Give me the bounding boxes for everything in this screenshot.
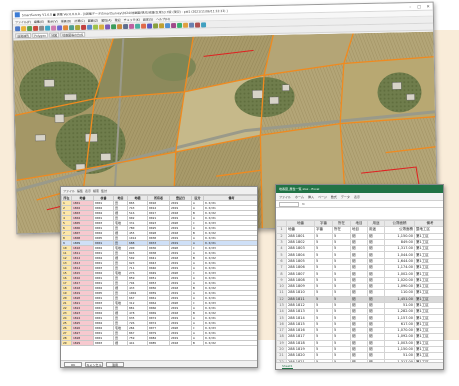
toolbar-tool-icon[interactable] xyxy=(164,22,171,28)
menu-item[interactable]: チェック(K) xyxy=(124,17,140,21)
toolbar-tool-icon[interactable] xyxy=(128,23,135,29)
geometry-select[interactable]: Polygon xyxy=(32,32,49,38)
sheet-tab[interactable]: Sheet1 xyxy=(282,364,293,369)
toolbar-tool-icon[interactable] xyxy=(39,25,45,31)
menu-item[interactable]: 表示(V) xyxy=(47,19,57,23)
toolbar-tool-icon[interactable] xyxy=(15,25,21,31)
excel-ribbon-spacer xyxy=(276,208,443,220)
close-icon[interactable]: ✕ xyxy=(424,3,433,10)
toolbar-tool-icon[interactable] xyxy=(117,23,123,29)
window-controls: – □ ✕ xyxy=(406,3,433,11)
excel-window-title: 地番図_属性一覧.xlsx - Excel xyxy=(279,187,320,191)
toolbar-tool-icon[interactable] xyxy=(93,24,99,30)
table-row[interactable]: 29 1829 0003 畑 441 0085 2018 B 0.0/02 xyxy=(61,340,257,346)
toolbar-tool-icon[interactable] xyxy=(51,25,57,31)
ribbon-tab[interactable]: ホーム xyxy=(295,195,304,199)
menu-item[interactable]: 描画(D) xyxy=(61,19,72,23)
table-cell: 0.0/02 xyxy=(203,340,257,346)
ribbon-tab[interactable]: 表示 xyxy=(354,195,360,199)
toolbar-tool-icon[interactable] xyxy=(140,23,147,29)
dialog-button[interactable]: キャンセル xyxy=(85,361,103,367)
attribute-table-window[interactable]: ファイル 編集 表示 検索 集計 所在 地番 枝番 地目 地積 所有者 登記日 区分 備考 1 1801 0… xyxy=(60,186,258,368)
table-cell: 0085 xyxy=(147,340,170,346)
excel-sheet-tabs: Sheet1 xyxy=(276,362,443,369)
menu-item[interactable]: 登記 xyxy=(115,18,121,22)
toolbar-tool-icon[interactable] xyxy=(81,24,87,30)
menu-item[interactable]: 図面(Z) xyxy=(88,18,98,22)
excel-titlebar[interactable]: 地番図_属性一覧.xlsx - Excel xyxy=(276,185,443,193)
excel-ribbon: ファイル ホーム 挿入 ページ 数式 データ 表示 xyxy=(276,193,443,201)
toolbar-tool-icon[interactable] xyxy=(170,22,177,28)
name-box[interactable] xyxy=(279,201,299,207)
toolbar-tool-icon[interactable] xyxy=(21,25,27,31)
table-cell: 29 xyxy=(61,340,72,346)
map-select[interactable]: 地図 xyxy=(48,31,60,38)
app-icon xyxy=(14,12,20,18)
attribute-table-buttons: OK キャンセル 適用 xyxy=(61,360,257,367)
attr-menu-item[interactable]: 編集 xyxy=(77,189,83,193)
table-cell: B xyxy=(191,340,204,346)
ribbon-tab[interactable]: 挿入 xyxy=(308,195,314,199)
toolbar-tool-icon[interactable] xyxy=(194,22,201,28)
attr-menu-item[interactable]: 集計 xyxy=(101,189,107,193)
attr-menu-item[interactable]: 表示 xyxy=(85,189,91,193)
toolbar-tool-icon[interactable] xyxy=(146,23,153,29)
attribute-table-toolbar: ファイル 編集 表示 検索 集計 xyxy=(61,187,257,195)
toolbar-tool-icon[interactable] xyxy=(75,24,81,30)
toolbar-tool-icon[interactable] xyxy=(63,24,69,30)
layer-select[interactable]: 道路線形 xyxy=(15,32,32,38)
ribbon-tab[interactable]: ファイル xyxy=(279,195,291,199)
toolbar-tool-icon[interactable] xyxy=(27,25,33,31)
ribbon-tab[interactable]: 数式 xyxy=(331,195,337,199)
toolbar-tool-icon[interactable] xyxy=(69,24,75,30)
toolbar-tool-icon[interactable] xyxy=(158,22,165,28)
attribute-table[interactable]: 所在 地番 枝番 地目 地積 所有者 登記日 区分 備考 1 1801 0001 田 865 0010 20… xyxy=(61,195,257,346)
excel-sheet-grid[interactable]: 地番 字番 所在 地目 用途 公簿面積 備考 1 地番 字番 所在 地目 用途 公簿面積 整地工区 2 288 … xyxy=(276,219,443,369)
toolbar-tool-icon[interactable] xyxy=(99,24,105,30)
toolbar-tool-icon[interactable] xyxy=(105,23,111,29)
dialog-button[interactable]: OK xyxy=(64,361,82,367)
ribbon-tab[interactable]: データ xyxy=(341,195,350,199)
toolbar-tool-icon[interactable] xyxy=(182,22,189,28)
panel-label: 地番図等の作成 xyxy=(59,31,86,37)
toolbar-tool-icon[interactable] xyxy=(33,25,39,31)
composite-screenshot: SmartSurvey V1.6.0 ■ 測量 Ver.6.0.0.0 - [\… xyxy=(0,0,459,386)
fx-icon: fx xyxy=(302,202,305,206)
menu-item[interactable]: 属性(A) xyxy=(101,18,111,22)
toolbar-tool-icon[interactable] xyxy=(188,22,195,28)
excel-formula-bar: fx xyxy=(276,201,443,208)
dialog-button[interactable]: 適用 xyxy=(106,361,124,367)
minimize-icon[interactable]: – xyxy=(406,3,415,10)
table-cell: 1829 xyxy=(71,340,94,346)
excel-window[interactable]: 地番図_属性一覧.xlsx - Excel ファイル ホーム 挿入 ページ 数式 データ表… xyxy=(275,184,444,370)
attr-menu-item[interactable]: ファイル xyxy=(63,189,75,193)
table-cell: 2018 xyxy=(169,340,192,346)
maximize-icon[interactable]: □ xyxy=(415,3,424,10)
table-cell: 畑 xyxy=(113,340,128,346)
menu-item[interactable]: 編集(E) xyxy=(34,19,44,23)
menu-item[interactable]: ヘルプ(H) xyxy=(156,17,170,21)
toolbar-tool-icon[interactable] xyxy=(176,22,183,28)
toolbar-tool-icon[interactable] xyxy=(87,24,93,30)
table-cell: 0003 xyxy=(93,340,114,346)
table-cell: 441 xyxy=(127,340,148,346)
toolbar-tool-icon[interactable] xyxy=(111,23,117,29)
attr-menu-item[interactable]: 検索 xyxy=(93,189,99,193)
menu-item[interactable]: 計算(C) xyxy=(74,18,85,22)
menu-item[interactable]: ファイル(F) xyxy=(15,20,31,24)
menu-item[interactable]: 設定(S) xyxy=(143,17,153,21)
ribbon-tab[interactable]: ページ xyxy=(318,195,327,199)
toolbar-tool-icon[interactable] xyxy=(134,23,141,29)
toolbar-tool-icon[interactable] xyxy=(123,23,129,29)
toolbar-tool-icon[interactable] xyxy=(57,24,63,30)
toolbar-tool-icon[interactable] xyxy=(152,22,159,28)
toolbar-tool-icon[interactable] xyxy=(45,25,51,31)
toolbar-tool-icon[interactable] xyxy=(200,21,207,27)
